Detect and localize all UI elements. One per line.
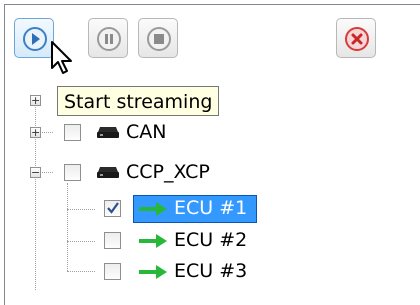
tree-connector xyxy=(67,271,95,272)
close-button[interactable] xyxy=(336,18,376,58)
stop-icon xyxy=(147,27,171,51)
tree-connector xyxy=(67,241,95,242)
close-icon xyxy=(345,27,369,51)
tree-node-label[interactable]: CCP_XCP xyxy=(126,160,210,184)
tree-connector xyxy=(67,183,68,271)
tooltip: Start streaming xyxy=(57,86,220,116)
checkmark-icon xyxy=(107,202,119,214)
mouse-cursor-icon xyxy=(51,41,72,74)
green-arrow-icon xyxy=(139,265,167,279)
play-icon xyxy=(23,27,47,51)
collapse-toggle[interactable]: − xyxy=(30,167,41,178)
tree-node-label[interactable]: ECU #3 xyxy=(174,259,247,283)
pause-icon xyxy=(97,27,121,51)
tree-node-label: ECU #1 xyxy=(174,197,248,219)
tree-node-label[interactable]: ECU #2 xyxy=(174,228,247,252)
tree-node-checkbox[interactable] xyxy=(104,263,121,280)
bus-device-icon xyxy=(97,127,119,138)
tree-node-checkbox[interactable] xyxy=(104,232,121,249)
tree-node-label[interactable]: CAN xyxy=(126,120,166,144)
expand-toggle[interactable]: + xyxy=(30,95,41,106)
stop-button[interactable] xyxy=(138,18,178,58)
tree-node-checkbox[interactable] xyxy=(64,124,81,141)
green-arrow-icon xyxy=(139,202,167,216)
tree-node-checkbox[interactable] xyxy=(104,200,121,217)
green-arrow-icon xyxy=(139,234,167,248)
pause-button[interactable] xyxy=(88,18,128,58)
tree-connector xyxy=(67,209,95,210)
expand-toggle[interactable]: + xyxy=(30,127,41,138)
bus-device-icon xyxy=(97,167,119,178)
tree-node-checkbox[interactable] xyxy=(64,164,81,181)
tree-node-selected[interactable]: ECU #1 xyxy=(133,195,257,223)
start-streaming-button[interactable] xyxy=(14,18,54,58)
